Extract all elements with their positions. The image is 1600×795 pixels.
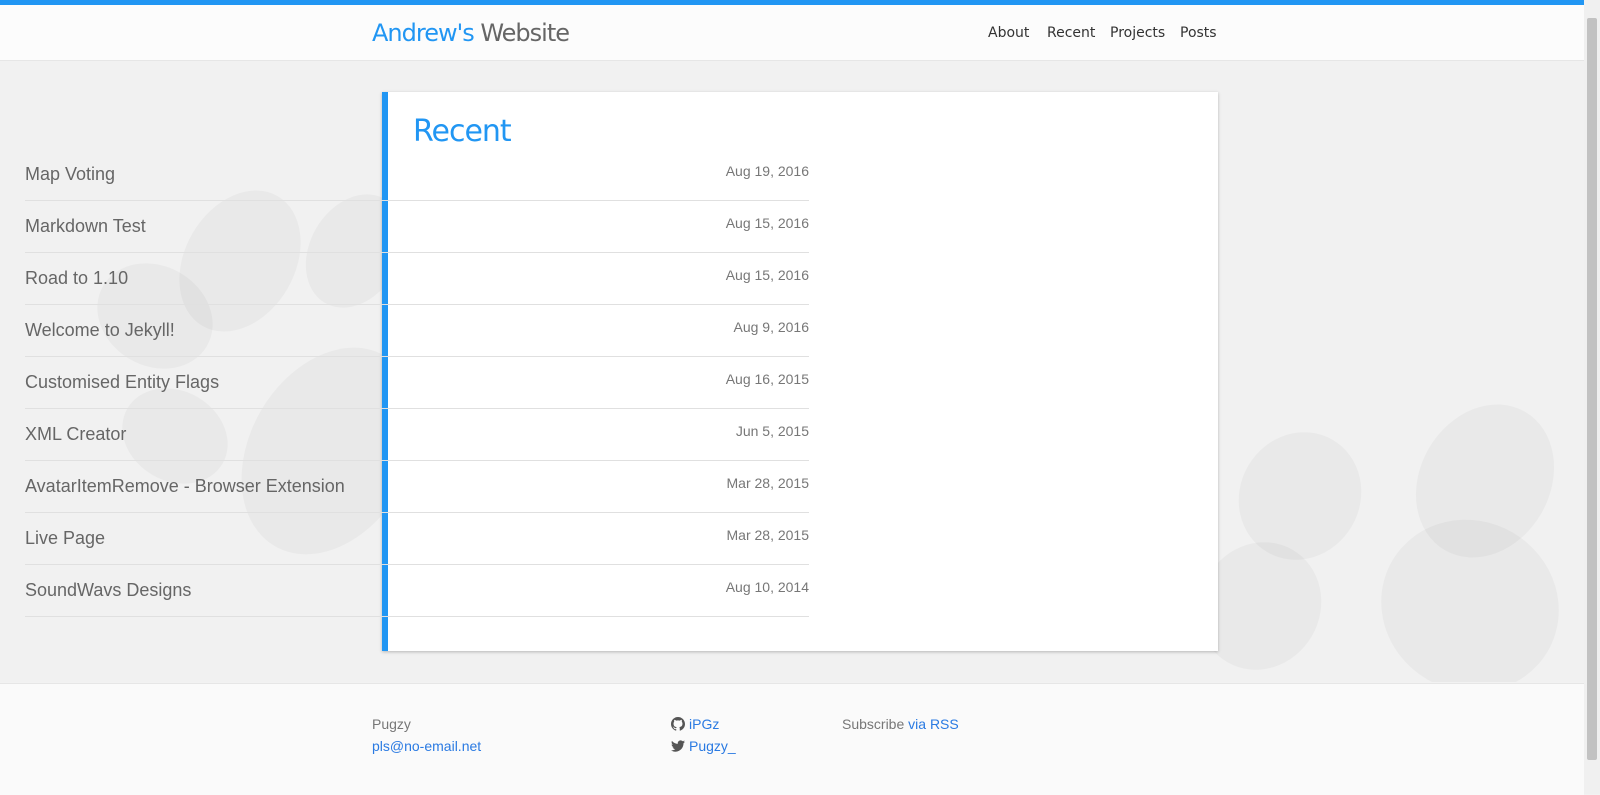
twitter-item: Pugzy_ bbox=[671, 738, 736, 754]
rss-link[interactable]: via RSS bbox=[908, 716, 959, 732]
nav-projects[interactable]: Projects bbox=[1110, 25, 1165, 41]
post-title[interactable]: Markdown Test bbox=[25, 216, 146, 237]
list-item[interactable]: AvatarItemRemove - Browser Extension Mar… bbox=[25, 460, 809, 513]
post-title[interactable]: Customised Entity Flags bbox=[25, 372, 219, 393]
github-item: iPGz bbox=[671, 716, 719, 732]
list-item[interactable]: Map Voting Aug 19, 2016 bbox=[25, 148, 809, 201]
github-icon bbox=[671, 717, 685, 731]
post-date: Aug 16, 2015 bbox=[725, 371, 809, 387]
subscribe: Subscribe via RSS bbox=[842, 716, 959, 732]
site-title-part1: Andrew's bbox=[372, 19, 475, 47]
post-title[interactable]: XML Creator bbox=[25, 424, 126, 445]
post-date: Mar 28, 2015 bbox=[726, 475, 810, 491]
scrollbar-thumb[interactable] bbox=[1587, 18, 1597, 760]
footer-name: Pugzy bbox=[372, 716, 411, 732]
site-footer: Pugzy pls@no-email.net iPGz Pugzy_ Subsc… bbox=[0, 683, 1584, 795]
post-title[interactable]: SoundWavs Designs bbox=[25, 580, 191, 601]
nav-recent[interactable]: Recent bbox=[1047, 25, 1095, 41]
list-item[interactable]: Road to 1.10 Aug 15, 2016 bbox=[25, 252, 809, 305]
post-title[interactable]: Welcome to Jekyll! bbox=[25, 320, 175, 341]
page-title: Recent bbox=[413, 114, 512, 149]
twitter-icon bbox=[671, 740, 685, 752]
github-link[interactable]: iPGz bbox=[689, 716, 719, 732]
list-item[interactable]: Live Page Mar 28, 2015 bbox=[25, 512, 809, 565]
post-title[interactable]: Live Page bbox=[25, 528, 105, 549]
nav-posts[interactable]: Posts bbox=[1180, 25, 1217, 41]
post-title[interactable]: Road to 1.10 bbox=[25, 268, 128, 289]
site-header: Andrew's Website About Recent Projects P… bbox=[0, 5, 1584, 61]
post-title[interactable]: AvatarItemRemove - Browser Extension bbox=[25, 476, 345, 497]
list-item[interactable]: Welcome to Jekyll! Aug 9, 2016 bbox=[25, 304, 809, 357]
post-date: Mar 28, 2015 bbox=[726, 527, 810, 543]
list-item[interactable]: SoundWavs Designs Aug 10, 2014 bbox=[25, 564, 809, 617]
post-title[interactable]: Map Voting bbox=[25, 164, 115, 185]
nav-about[interactable]: About bbox=[988, 25, 1029, 41]
post-date: Aug 10, 2014 bbox=[725, 579, 809, 595]
list-item[interactable]: Markdown Test Aug 15, 2016 bbox=[25, 200, 809, 253]
site-title-link[interactable]: Andrew's Website bbox=[372, 19, 570, 47]
post-date: Aug 15, 2016 bbox=[725, 267, 809, 283]
twitter-link[interactable]: Pugzy_ bbox=[689, 738, 736, 754]
post-date: Aug 15, 2016 bbox=[725, 215, 809, 231]
subscribe-text: Subscribe bbox=[842, 716, 905, 732]
site-title-part2: Website bbox=[480, 19, 570, 47]
footer-email-link[interactable]: pls@no-email.net bbox=[372, 738, 481, 754]
post-date: Aug 19, 2016 bbox=[725, 163, 809, 179]
post-date: Jun 5, 2015 bbox=[735, 423, 809, 439]
list-item[interactable]: XML Creator Jun 5, 2015 bbox=[25, 408, 809, 461]
list-item[interactable]: Customised Entity Flags Aug 16, 2015 bbox=[25, 356, 809, 409]
post-date: Aug 9, 2016 bbox=[733, 319, 809, 335]
